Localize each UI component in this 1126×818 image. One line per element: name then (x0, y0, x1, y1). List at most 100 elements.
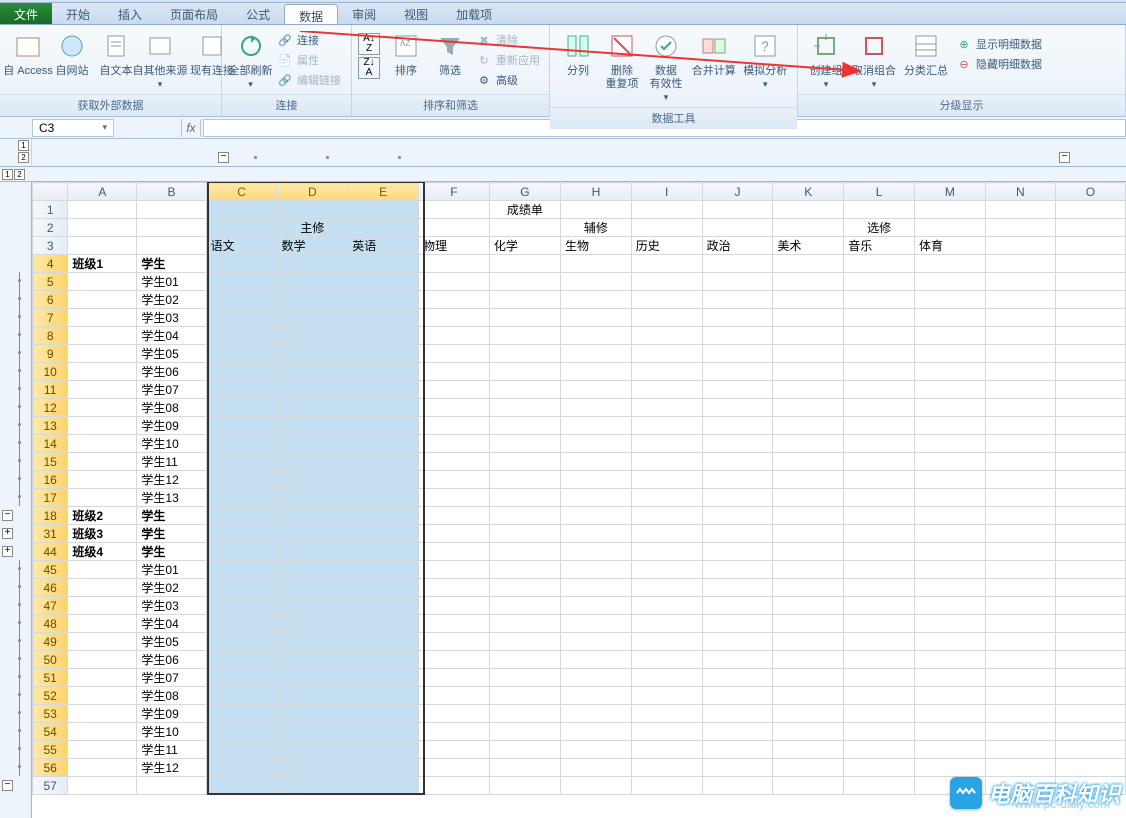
cell-D16[interactable] (277, 471, 348, 489)
cell-E8[interactable] (348, 327, 419, 345)
cell-C5[interactable] (206, 273, 277, 291)
cell-G4[interactable] (489, 255, 560, 273)
col-header-C[interactable]: C (206, 183, 277, 201)
cell-L54[interactable] (844, 723, 915, 741)
cell-N3[interactable] (985, 237, 1055, 255)
cell-K16[interactable] (773, 471, 844, 489)
cell-O11[interactable] (1055, 381, 1125, 399)
select-all-corner[interactable] (33, 183, 68, 201)
cell-I18[interactable] (631, 507, 702, 525)
cell-I3[interactable]: 历史 (631, 237, 702, 255)
cell-M53[interactable] (914, 705, 985, 723)
hide-detail-button[interactable]: ⊖隐藏明细数据 (952, 55, 1046, 73)
cell-L5[interactable] (844, 273, 915, 291)
cell-F9[interactable] (419, 345, 490, 363)
row-header-13[interactable]: 13 (33, 417, 68, 435)
cell-N10[interactable] (985, 363, 1055, 381)
cell-N12[interactable] (985, 399, 1055, 417)
cell-F54[interactable] (419, 723, 490, 741)
col-header-G[interactable]: G (489, 183, 560, 201)
cell-H4[interactable] (561, 255, 632, 273)
filter-button[interactable]: 筛选 (428, 27, 472, 80)
cell-O14[interactable] (1055, 435, 1125, 453)
cell-G18[interactable] (489, 507, 560, 525)
cell-E2[interactable] (348, 219, 419, 237)
cell-J4[interactable] (702, 255, 773, 273)
cell-O54[interactable] (1055, 723, 1125, 741)
row-header-47[interactable]: 47 (33, 597, 68, 615)
cell-J7[interactable] (702, 309, 773, 327)
cell-M14[interactable] (914, 435, 985, 453)
cell-M8[interactable] (914, 327, 985, 345)
cell-A47[interactable] (68, 597, 137, 615)
cell-M3[interactable]: 体育 (914, 237, 985, 255)
cell-A54[interactable] (68, 723, 137, 741)
cell-F31[interactable] (419, 525, 490, 543)
cell-I4[interactable] (631, 255, 702, 273)
cell-I5[interactable] (631, 273, 702, 291)
cell-O44[interactable] (1055, 543, 1125, 561)
cell-I11[interactable] (631, 381, 702, 399)
cell-N4[interactable] (985, 255, 1055, 273)
cell-D47[interactable] (277, 597, 348, 615)
col-header-A[interactable]: A (68, 183, 137, 201)
cell-G48[interactable] (489, 615, 560, 633)
cell-H7[interactable] (561, 309, 632, 327)
cell-M50[interactable] (914, 651, 985, 669)
cell-L45[interactable] (844, 561, 915, 579)
cell-L49[interactable] (844, 633, 915, 651)
cell-C53[interactable] (206, 705, 277, 723)
cell-M7[interactable] (914, 309, 985, 327)
cell-D12[interactable] (277, 399, 348, 417)
cell-E57[interactable] (348, 777, 419, 795)
cell-M51[interactable] (914, 669, 985, 687)
cell-L17[interactable] (844, 489, 915, 507)
col-header-E[interactable]: E (348, 183, 419, 201)
col-level-2[interactable]: 2 (18, 152, 29, 163)
cell-N31[interactable] (985, 525, 1055, 543)
cell-E6[interactable] (348, 291, 419, 309)
row-header-48[interactable]: 48 (33, 615, 68, 633)
row-header-53[interactable]: 53 (33, 705, 68, 723)
fx-button[interactable]: fx (181, 119, 201, 137)
cell-F13[interactable] (419, 417, 490, 435)
cell-D51[interactable] (277, 669, 348, 687)
tab-formula[interactable]: 公式 (232, 3, 284, 24)
cell-O16[interactable] (1055, 471, 1125, 489)
cell-H18[interactable] (561, 507, 632, 525)
from-access-button[interactable]: 自 Access (6, 27, 50, 80)
row-header-9[interactable]: 9 (33, 345, 68, 363)
cell-J14[interactable] (702, 435, 773, 453)
cell-L50[interactable] (844, 651, 915, 669)
cell-F57[interactable] (419, 777, 490, 795)
cell-N54[interactable] (985, 723, 1055, 741)
cell-F47[interactable] (419, 597, 490, 615)
cell-C11[interactable] (206, 381, 277, 399)
cell-C8[interactable] (206, 327, 277, 345)
cell-J18[interactable] (702, 507, 773, 525)
cell-O46[interactable] (1055, 579, 1125, 597)
row-level-2[interactable]: 2 (14, 169, 25, 180)
advanced-filter-button[interactable]: ⚙高级 (472, 71, 544, 89)
cell-G1[interactable]: 成绩单 (489, 201, 560, 219)
cell-B54[interactable]: 学生10 (137, 723, 206, 741)
cell-K7[interactable] (773, 309, 844, 327)
cell-B14[interactable]: 学生10 (137, 435, 206, 453)
cell-G11[interactable] (489, 381, 560, 399)
cell-H54[interactable] (561, 723, 632, 741)
cell-A17[interactable] (68, 489, 137, 507)
cell-G5[interactable] (489, 273, 560, 291)
cell-E13[interactable] (348, 417, 419, 435)
cell-D52[interactable] (277, 687, 348, 705)
cell-L57[interactable] (844, 777, 915, 795)
row-header-52[interactable]: 52 (33, 687, 68, 705)
cell-J3[interactable]: 政治 (702, 237, 773, 255)
cell-E55[interactable] (348, 741, 419, 759)
cell-F52[interactable] (419, 687, 490, 705)
row-header-18[interactable]: 18 (33, 507, 68, 525)
cell-G14[interactable] (489, 435, 560, 453)
sort-button[interactable]: AZ排序 (384, 27, 428, 80)
cell-D1[interactable] (277, 201, 348, 219)
cell-G44[interactable] (489, 543, 560, 561)
cell-E31[interactable] (348, 525, 419, 543)
